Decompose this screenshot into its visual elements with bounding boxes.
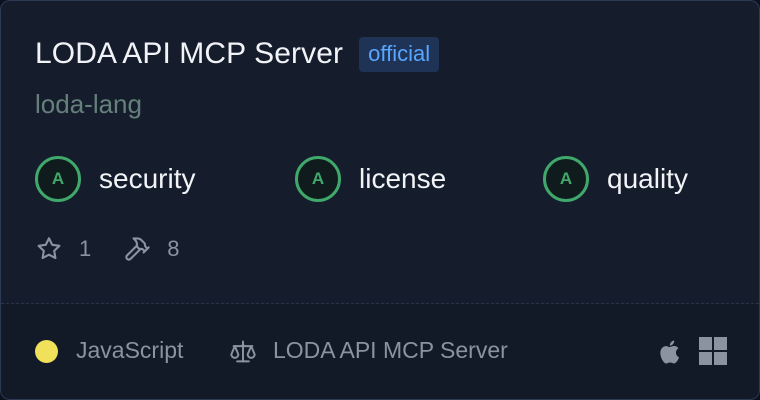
grades-row: A security A license A quality: [35, 155, 735, 203]
language-color-dot: [35, 340, 58, 363]
stats-row: 1 8: [35, 233, 180, 265]
grade-security[interactable]: A security: [35, 155, 195, 203]
stars-count: 1: [79, 236, 92, 261]
scale-icon: [230, 340, 256, 363]
mcp-server-card[interactable]: LODA API MCP Server official loda-lang A…: [0, 0, 760, 400]
server-title[interactable]: LODA API MCP Server: [35, 37, 343, 71]
grade-license-label: license: [359, 163, 447, 194]
grade-quality[interactable]: A quality: [543, 155, 688, 203]
title-row: LODA API MCP Server official: [35, 35, 440, 73]
grade-license-circle: A: [295, 156, 341, 202]
windows-icon: [699, 337, 727, 365]
server-owner[interactable]: loda-lang: [35, 89, 142, 120]
hammer-icon: [125, 237, 150, 261]
star-icon: [37, 237, 61, 260]
grade-quality-label: quality: [607, 163, 688, 194]
license-label: LODA API MCP Server: [273, 337, 508, 363]
card-footer: JavaScript LODA API MCP Server: [1, 304, 759, 399]
grade-quality-circle: A: [543, 156, 589, 202]
tools-count: 8: [167, 236, 180, 261]
grade-license[interactable]: A license: [295, 155, 446, 203]
apple-icon: [660, 340, 680, 364]
official-badge: official: [359, 36, 440, 72]
grade-security-label: security: [99, 163, 196, 194]
language-label: JavaScript: [76, 337, 184, 363]
grade-security-circle: A: [35, 156, 81, 202]
